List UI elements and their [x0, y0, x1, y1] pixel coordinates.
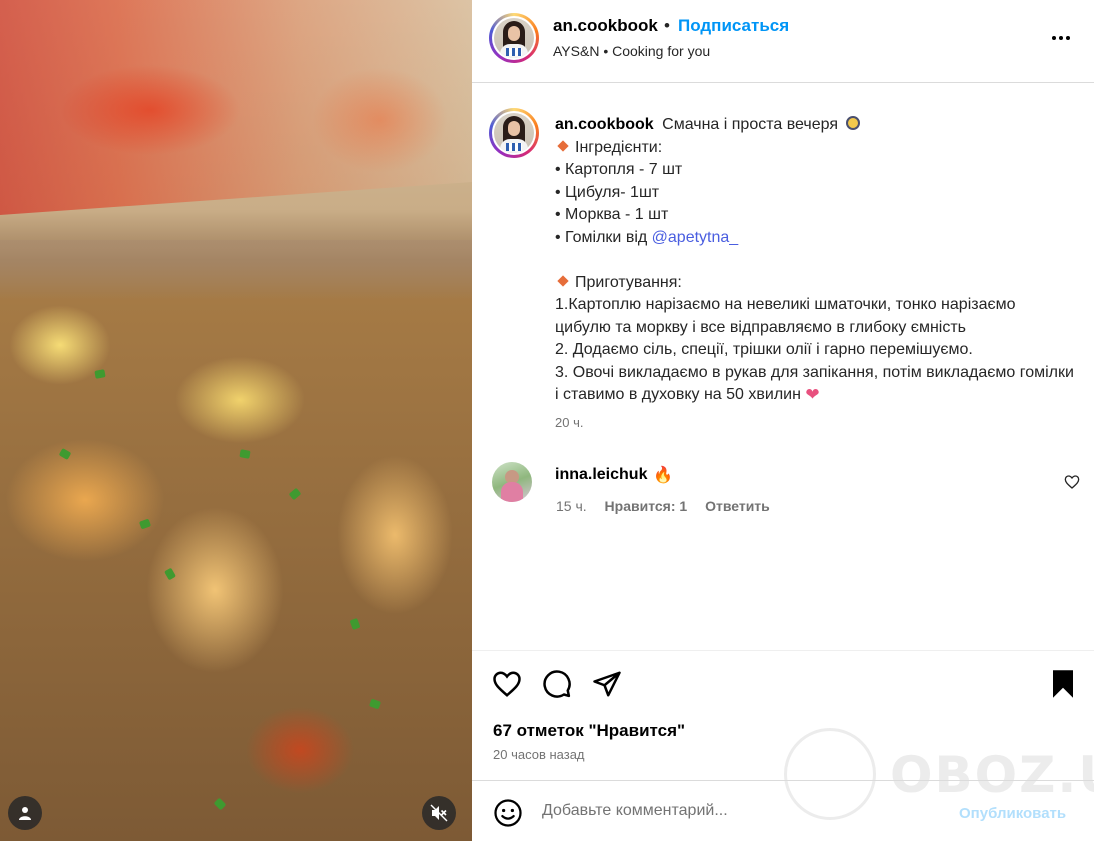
- author-username[interactable]: an.cookbook: [553, 16, 658, 36]
- reply-button[interactable]: Ответить: [705, 498, 770, 514]
- post-panel: an.cookbook • Подписаться AYS&N • Cookin…: [472, 0, 1094, 841]
- add-comment-bar: Опубликовать: [472, 780, 1094, 841]
- onion-decor: [138, 518, 152, 530]
- post-media[interactable]: [0, 0, 472, 841]
- smiley-icon: [494, 799, 522, 827]
- diamond-icon: [557, 274, 569, 287]
- user-icon: [19, 807, 31, 820]
- commenter-avatar[interactable]: [492, 462, 532, 502]
- bookmark-icon: [1053, 670, 1073, 698]
- caption-timestamp[interactable]: 20 ч.: [555, 415, 583, 430]
- onion-decor: [288, 487, 302, 501]
- save-button[interactable]: [1050, 669, 1076, 704]
- ingredient-item: • Гомілки від: [555, 228, 652, 246]
- frying-pan-icon: [846, 116, 861, 130]
- caption-title: Смачна і проста вечеря: [662, 116, 839, 133]
- comment-input[interactable]: [542, 795, 942, 827]
- onion-decor: [164, 567, 176, 581]
- heart-icon: [1064, 475, 1080, 489]
- emoji-button[interactable]: [493, 798, 523, 833]
- cooking-step: 2. Додаємо сіль, спеції, трішки олії і г…: [555, 341, 973, 358]
- comment-button[interactable]: [542, 669, 572, 704]
- mute-button[interactable]: [422, 796, 456, 830]
- likes-count[interactable]: 67 отметок "Нравится": [493, 721, 685, 741]
- ingredient-item: • Картопля - 7 шт: [555, 161, 683, 178]
- muted-speaker-icon: [430, 804, 448, 822]
- more-options-button[interactable]: [1046, 28, 1076, 48]
- post-actions: 67 отметок "Нравится" 20 часов назад: [472, 650, 1094, 780]
- cooking-step: 1.Картоплю нарізаємо на невеликі шматочк…: [555, 296, 1016, 336]
- caption-avatar[interactable]: [489, 108, 539, 158]
- package-decor: [0, 0, 472, 216]
- follow-button[interactable]: Подписаться: [678, 16, 789, 36]
- cooking-heading: Приготування:: [575, 273, 682, 291]
- foil-decor: [0, 240, 472, 300]
- heart-icon: [493, 671, 521, 697]
- onion-decor: [213, 797, 227, 811]
- post-caption: an.cookbook Смачна і проста вечеря Інгре…: [555, 114, 1075, 407]
- post-header: an.cookbook • Подписаться AYS&N • Cookin…: [472, 0, 1094, 83]
- comment-like-button[interactable]: [1064, 474, 1080, 495]
- ingredients-heading: Інгредієнти:: [575, 138, 663, 156]
- comment-bubble-icon: [543, 670, 571, 698]
- more-horizontal-icon: [1052, 36, 1070, 40]
- paper-plane-icon: [593, 671, 621, 697]
- author-subtitle[interactable]: AYS&N • Cooking for you: [553, 43, 710, 59]
- heart-emoji-icon: ❤: [805, 385, 820, 404]
- separator-dot: •: [664, 16, 670, 35]
- author-avatar[interactable]: [489, 13, 539, 63]
- comment-timestamp[interactable]: 15 ч.: [556, 498, 587, 514]
- publish-button[interactable]: Опубликовать: [959, 805, 1066, 822]
- ingredient-item: • Цибуля- 1шт: [555, 183, 660, 201]
- like-button[interactable]: [492, 669, 522, 704]
- onion-decor: [58, 448, 72, 460]
- fire-emoji-icon: 🔥: [653, 467, 673, 484]
- share-button[interactable]: [592, 669, 622, 704]
- onion-decor: [239, 449, 251, 459]
- diamond-icon: [557, 139, 569, 152]
- post-timestamp[interactable]: 20 часов назад: [493, 747, 585, 762]
- comment-likes-count[interactable]: Нравится: 1: [605, 498, 688, 514]
- tagged-users-button[interactable]: [8, 796, 42, 830]
- onion-decor: [349, 617, 361, 631]
- mention-link[interactable]: @apetytna_: [652, 229, 739, 246]
- comment-item: inna.leichuk 🔥 15 ч. Нравится: 1 Ответит…: [492, 462, 1092, 522]
- caption-username[interactable]: an.cookbook: [555, 116, 654, 133]
- commenter-username[interactable]: inna.leichuk: [555, 466, 647, 484]
- onion-decor: [368, 698, 382, 710]
- ingredient-item: • Морква - 1 шт: [555, 206, 669, 223]
- onion-decor: [94, 369, 106, 379]
